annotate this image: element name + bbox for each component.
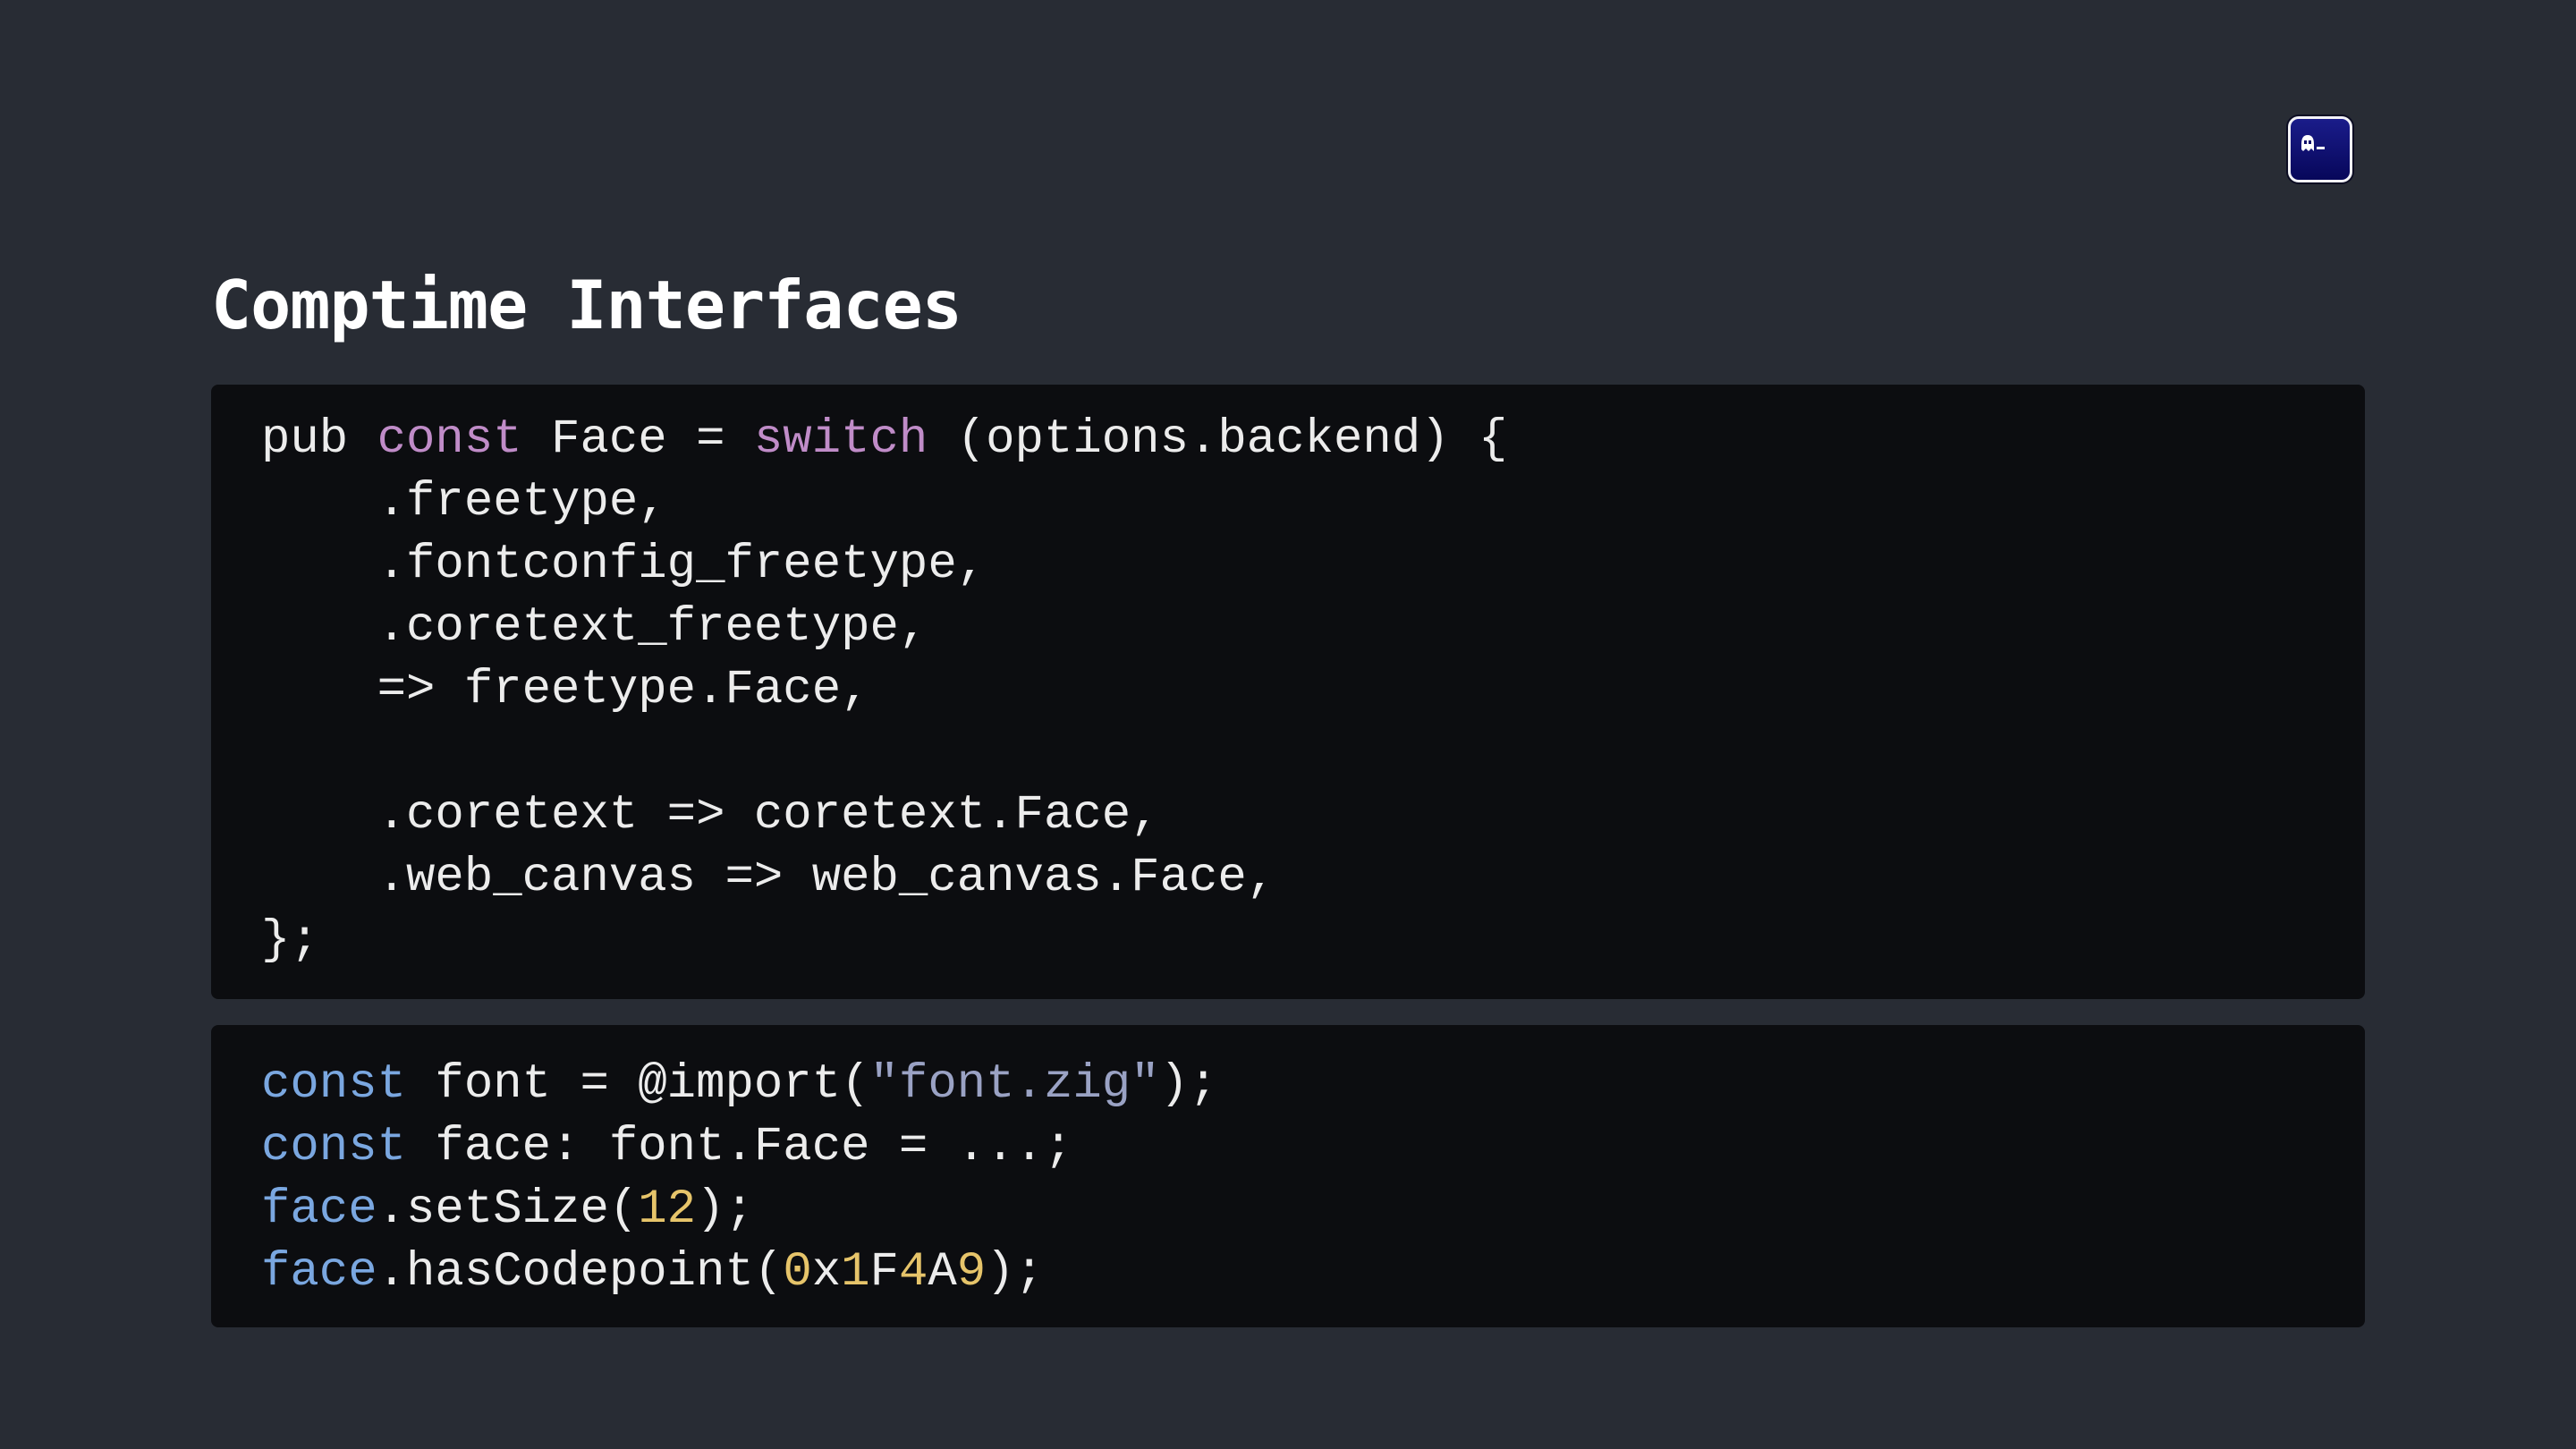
code-token: const xyxy=(377,412,522,467)
code-token: .hasCodepoint( xyxy=(377,1245,784,1300)
code-token: switch xyxy=(753,412,928,467)
ghost-terminal-icon xyxy=(2288,116,2352,182)
code-line: const face: font.Face = ...; xyxy=(261,1116,1217,1179)
code-token: face xyxy=(261,1245,377,1300)
code-token: A xyxy=(928,1245,957,1300)
code-line: .coretext => coretext.Face, xyxy=(261,784,1507,847)
code-token: .setSize( xyxy=(377,1182,639,1237)
code-token: const xyxy=(261,1057,407,1112)
code-line: .web_canvas => web_canvas.Face, xyxy=(261,847,1507,910)
code-line: face.hasCodepoint(0x1F4A9); xyxy=(261,1241,1217,1304)
slide-title: Comptime Interfaces xyxy=(211,266,962,344)
code-token: ); xyxy=(1159,1057,1218,1112)
code-token: ); xyxy=(986,1245,1044,1300)
code-token: 12 xyxy=(638,1182,697,1237)
code-token: font = @import( xyxy=(406,1057,870,1112)
code-token: 0 xyxy=(783,1245,812,1300)
code-token: 9 xyxy=(956,1245,987,1300)
code-token: const xyxy=(261,1120,407,1174)
slide: Comptime Interfaces pub const Face = swi… xyxy=(0,0,2576,1449)
code-token: ); xyxy=(696,1182,754,1237)
code-block-face-switch: pub const Face = switch (options.backend… xyxy=(211,385,2365,999)
code-line: .freetype, xyxy=(261,471,1507,534)
code-token: 4 xyxy=(898,1245,928,1300)
code-token: }; xyxy=(261,913,319,968)
code-token: pub xyxy=(261,412,377,467)
code-line: => freetype.Face, xyxy=(261,659,1507,722)
code-token: => freetype.Face, xyxy=(261,663,870,717)
code-token: "font.zig" xyxy=(869,1057,1160,1112)
code-token: Face = xyxy=(521,412,754,467)
code-lines: pub const Face = switch (options.backend… xyxy=(261,409,1507,972)
code-line: }; xyxy=(261,910,1507,972)
code-lines: const font = @import("font.zig"); const f… xyxy=(261,1054,1217,1304)
code-line: pub const Face = switch (options.backend… xyxy=(261,409,1507,471)
code-token: .coretext => coretext.Face, xyxy=(261,788,1160,843)
code-token: .coretext_freetype, xyxy=(261,600,928,655)
code-token: 1 xyxy=(841,1245,870,1300)
code-token: F xyxy=(869,1245,899,1300)
code-token: face xyxy=(261,1182,377,1237)
code-line: .coretext_freetype, xyxy=(261,597,1507,659)
code-token: .freetype, xyxy=(261,475,667,530)
code-line: const font = @import("font.zig"); xyxy=(261,1054,1217,1116)
code-line: .fontconfig_freetype, xyxy=(261,534,1507,597)
code-block-usage: const font = @import("font.zig"); const f… xyxy=(211,1025,2365,1327)
code-token: .web_canvas => web_canvas.Face, xyxy=(261,851,1276,905)
code-token: (options.backend) { xyxy=(928,412,1508,467)
code-line: face.setSize(12); xyxy=(261,1179,1217,1241)
code-token: face: font.Face = ...; xyxy=(406,1120,1073,1174)
code-token: .fontconfig_freetype, xyxy=(261,538,987,592)
code-token: x xyxy=(811,1245,842,1300)
